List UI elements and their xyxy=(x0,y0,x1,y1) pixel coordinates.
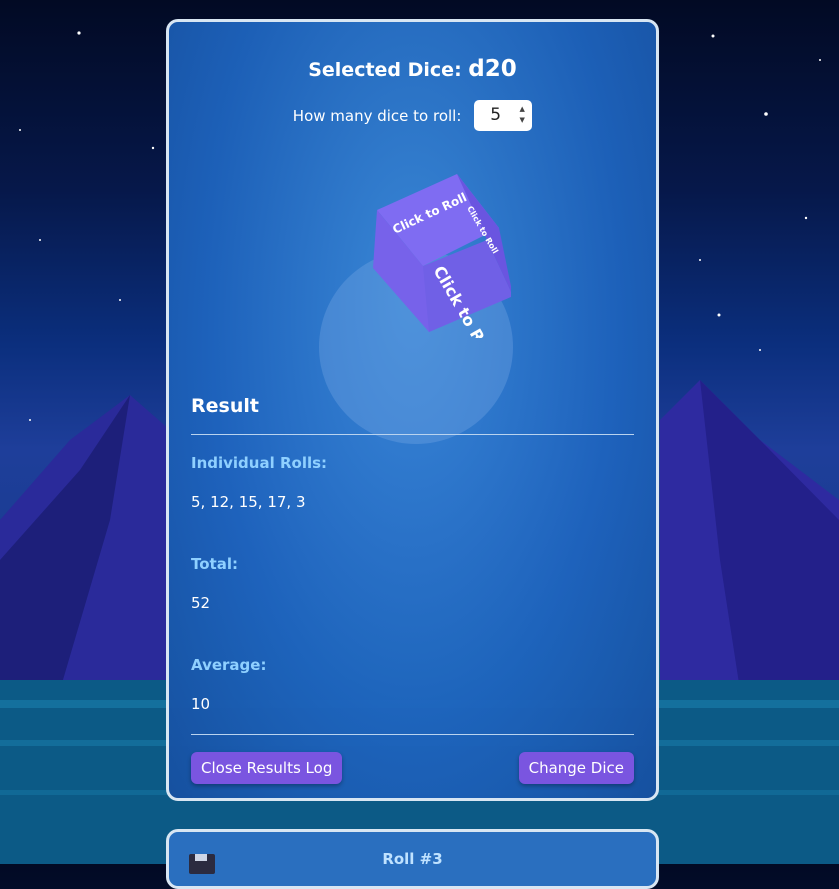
individual-rolls-label: Individual Rolls: xyxy=(191,454,328,472)
dice-count-label: How many dice to roll: xyxy=(292,106,462,125)
result-divider xyxy=(191,434,634,435)
dice-count-input[interactable]: 5 ▲ ▼ xyxy=(474,100,533,131)
roll-dice-cube[interactable]: Click to Roll Click to Roll Click to Rol… xyxy=(367,170,511,338)
dice-count-value: 5 xyxy=(490,105,502,125)
close-results-log-button[interactable]: Close Results Log xyxy=(191,752,343,784)
roll-log-title: Roll #3 xyxy=(382,850,443,868)
dice-roller-panel: Selected Dice: d20 How many dice to roll… xyxy=(166,19,659,801)
average-value: 10 xyxy=(191,695,211,713)
average-label: Average: xyxy=(191,656,267,674)
dice-count-row: How many dice to roll: 5 ▲ ▼ xyxy=(169,100,656,131)
stepper-down-icon[interactable]: ▼ xyxy=(520,116,525,124)
stepper-up-icon[interactable]: ▲ xyxy=(520,105,525,113)
total-label: Total: xyxy=(191,555,238,573)
change-dice-button[interactable]: Change Dice xyxy=(518,752,634,784)
individual-rolls-value: 5, 12, 15, 17, 3 xyxy=(191,493,306,511)
result-heading: Result xyxy=(191,395,259,417)
selected-dice-value: d20 xyxy=(468,56,517,82)
buttons-divider xyxy=(191,734,634,735)
total-value: 52 xyxy=(191,594,211,612)
selected-dice-title: Selected Dice: d20 xyxy=(169,56,656,82)
results-log-panel: Roll #3 xyxy=(166,829,659,889)
dice-count-stepper[interactable]: ▲ ▼ xyxy=(516,104,528,127)
selected-dice-label: Selected Dice: xyxy=(308,59,462,81)
